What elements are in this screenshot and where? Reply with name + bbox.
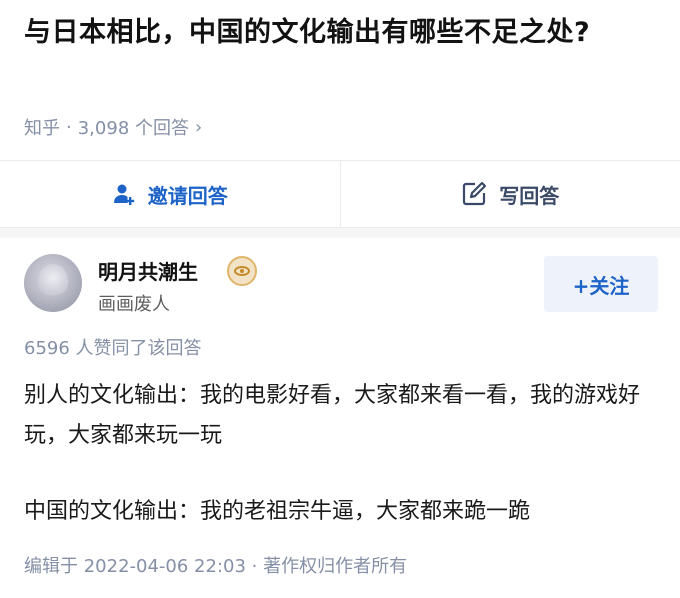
invite-answer-label: 邀请回答	[147, 183, 228, 208]
eye-badge-icon	[227, 256, 257, 286]
question-header: 与日本相比，中国的文化输出有哪些不足之处? 知乎 · 3,098 个回答 ›	[0, 0, 680, 160]
meta-dot: ·	[66, 116, 72, 138]
question-meta[interactable]: 知乎 · 3,098 个回答 ›	[24, 114, 202, 140]
author-bio: 画画废人	[98, 294, 170, 315]
source-label: 知乎	[24, 118, 60, 139]
write-answer-label: 写回答	[499, 183, 560, 208]
edit-icon	[461, 181, 487, 207]
answer-content: 别人的文化输出：我的电影好看，大家都来看一看，我的游戏好玩，大家都来玩一玩 中国…	[24, 376, 660, 532]
answer-paragraph: 中国的文化输出：我的老祖宗牛逼，大家都来跪一跪	[24, 499, 531, 524]
author-row: 明月共潮生 画画废人 +关注	[24, 252, 664, 318]
likes-count: 6596 人赞同了该回答	[24, 338, 202, 359]
chevron-right-icon: ›	[195, 116, 203, 138]
edit-meta: 编辑于 2022-04-06 22:03 · 著作权归作者所有	[24, 556, 408, 577]
follow-button[interactable]: +关注	[544, 256, 658, 312]
section-separator	[0, 228, 680, 238]
invite-answer-button[interactable]: 邀请回答	[0, 161, 340, 227]
answer-paragraph: 别人的文化输出：我的电影好看，大家都来看一看，我的游戏好玩，大家都来玩一玩	[24, 383, 641, 448]
answer-page: 与日本相比，中国的文化输出有哪些不足之处? 知乎 · 3,098 个回答 › 邀…	[0, 0, 680, 598]
write-answer-button[interactable]: 写回答	[341, 161, 680, 227]
answer-count: 3,098 个回答	[77, 118, 189, 139]
author-name[interactable]: 明月共潮生	[98, 256, 198, 285]
question-title[interactable]: 与日本相比，中国的文化输出有哪些不足之处?	[24, 12, 656, 54]
add-user-icon	[112, 182, 136, 206]
question-action-bar: 邀请回答 写回答	[0, 160, 680, 229]
avatar[interactable]	[24, 254, 82, 312]
